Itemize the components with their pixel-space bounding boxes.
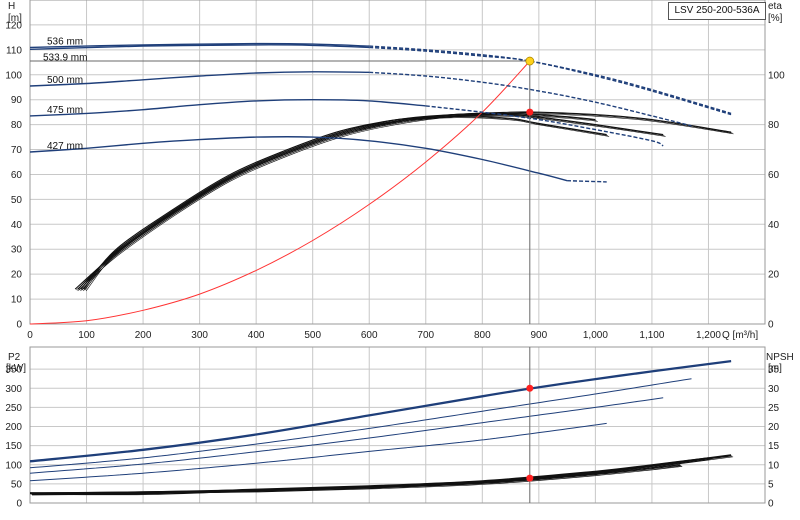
- head-curve-label: 536 mm: [47, 36, 83, 47]
- duty-npsh-marker: [526, 474, 534, 482]
- head-tick-label: 0: [16, 320, 22, 331]
- duty-head-marker: [525, 56, 535, 66]
- npsh-tick-label: 15: [768, 441, 780, 452]
- head-tick-label: 30: [11, 245, 23, 256]
- x-tick-label: 900: [531, 330, 548, 341]
- power-axis-label: P2: [8, 352, 21, 363]
- duty-eta-marker: [526, 108, 534, 116]
- flow-axis-label: Q [m³/h]: [722, 330, 758, 341]
- head-tick-label: 100: [5, 70, 22, 81]
- x-tick-label: 1,100: [639, 330, 664, 341]
- head-curve-label: 475 mm: [47, 105, 83, 116]
- head-tick-label: 50: [11, 195, 23, 206]
- x-tick-label: 0: [27, 330, 33, 341]
- duty-power-marker: [526, 384, 534, 392]
- npsh-tick-label: 20: [768, 422, 780, 433]
- power-tick-label: 150: [5, 441, 22, 452]
- npsh-tick-label: 5: [768, 479, 774, 490]
- eta-tick-label: 0: [768, 320, 774, 331]
- power-tick-label: 300: [5, 384, 22, 395]
- head-tick-label: 60: [11, 170, 23, 181]
- head-tick-label: 120: [5, 20, 22, 31]
- x-tick-label: 500: [304, 330, 321, 341]
- x-tick-label: 600: [361, 330, 378, 341]
- power-tick-label: 50: [11, 479, 23, 490]
- npsh-tick-label: 35: [768, 365, 780, 376]
- head-axis-label: H: [8, 1, 15, 12]
- head-curve-label: 533.9 mm: [43, 52, 87, 63]
- x-tick-label: 200: [135, 330, 152, 341]
- head-curve-label: 427 mm: [47, 141, 83, 152]
- npsh-tick-label: 10: [768, 460, 780, 471]
- head-tick-label: 80: [11, 120, 23, 131]
- x-tick-label: 300: [191, 330, 208, 341]
- head-tick-label: 90: [11, 95, 23, 106]
- power-tick-label: 0: [16, 499, 22, 510]
- eta-tick-label: 60: [768, 170, 780, 181]
- npsh-tick-label: 0: [768, 499, 774, 510]
- eta-axis-unit: [%]: [768, 13, 783, 24]
- head-tick-label: 20: [11, 270, 23, 281]
- x-tick-label: 1,200: [696, 330, 721, 341]
- x-tick-label: 100: [78, 330, 95, 341]
- head-curve-label: 500 mm: [47, 75, 83, 86]
- x-tick-label: 800: [474, 330, 491, 341]
- power-tick-label: 350: [5, 365, 22, 376]
- eta-tick-label: 20: [768, 270, 780, 281]
- x-tick-label: 1,000: [583, 330, 608, 341]
- x-tick-label: 400: [248, 330, 265, 341]
- eta-tick-label: 40: [768, 220, 780, 231]
- head-tick-label: 110: [6, 45, 22, 56]
- eta-axis-label: eta: [768, 1, 782, 12]
- x-tick-label: 700: [417, 330, 434, 341]
- head-tick-label: 40: [11, 220, 23, 231]
- eta-tick-label: 100: [768, 70, 785, 81]
- chart-background: [0, 0, 800, 520]
- head-tick-label: 70: [11, 145, 23, 156]
- pump-performance-chart: H [m] eta [%] Q [m³/h] P2 [kW] NPSH [m] …: [0, 0, 800, 520]
- eta-tick-label: 80: [768, 120, 780, 131]
- power-tick-label: 100: [5, 460, 22, 471]
- pump-model-label: LSV 250-200-536A: [668, 2, 766, 20]
- power-tick-label: 200: [5, 422, 22, 433]
- head-tick-label: 10: [11, 295, 23, 306]
- power-tick-label: 250: [5, 403, 22, 414]
- npsh-tick-label: 30: [768, 384, 780, 395]
- npsh-tick-label: 25: [768, 403, 780, 414]
- npsh-axis-label: NPSH: [766, 352, 794, 363]
